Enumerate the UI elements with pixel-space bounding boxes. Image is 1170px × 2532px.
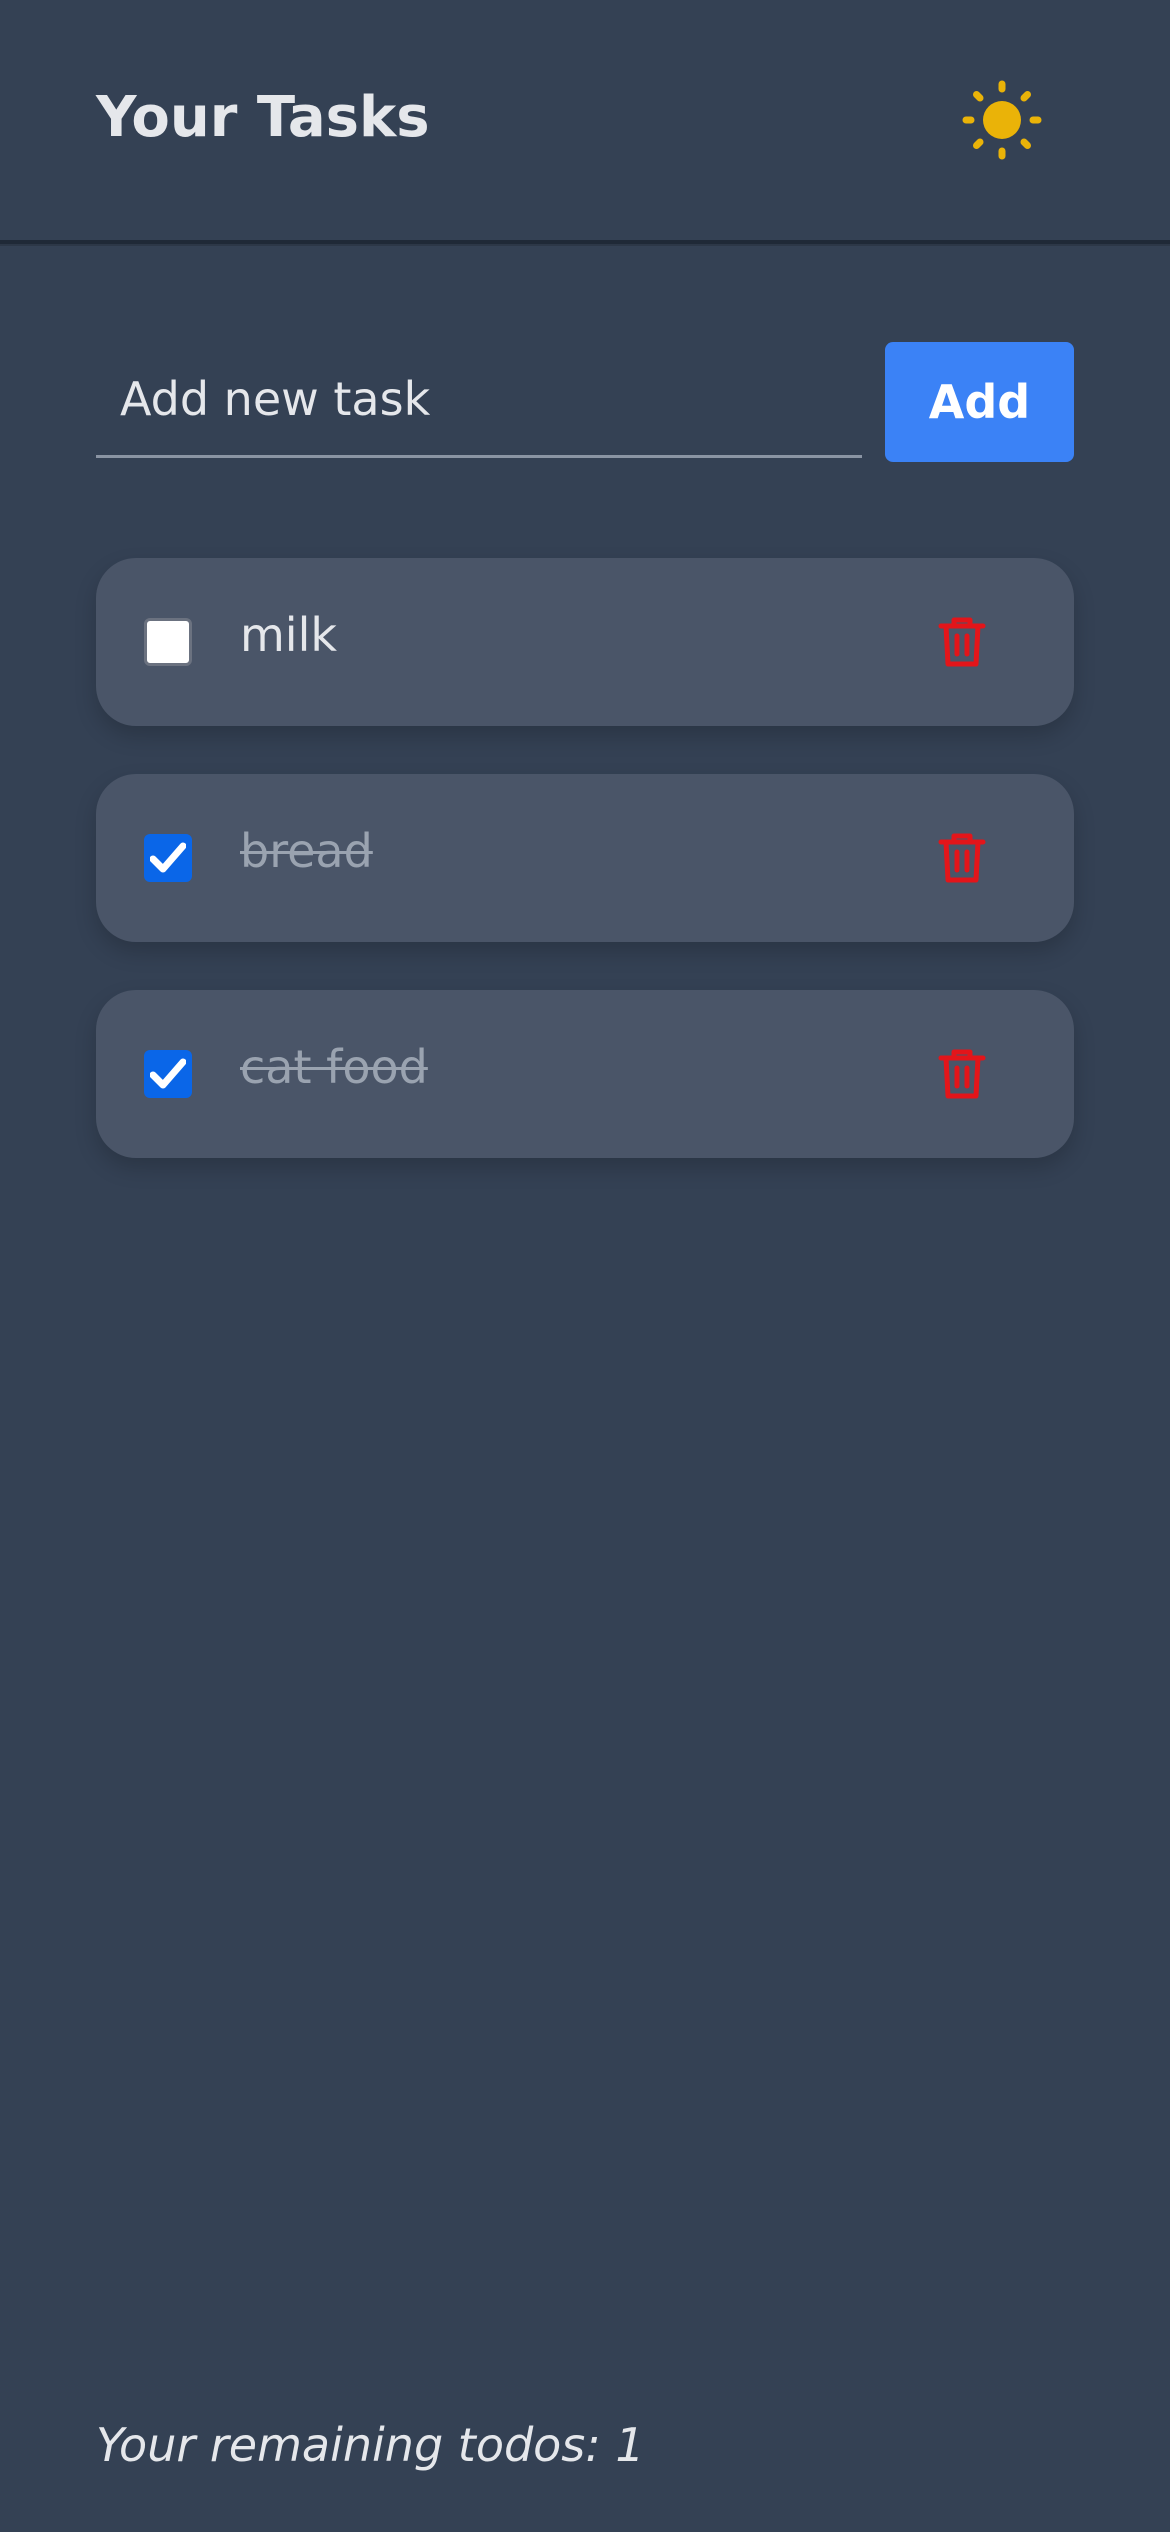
trash-icon — [938, 617, 986, 667]
remaining-todos-count: Your remaining todos: 1 — [96, 2418, 645, 2472]
task-checkbox[interactable] — [144, 1050, 192, 1098]
task-checkbox[interactable] — [144, 834, 192, 882]
task-label: milk — [240, 608, 338, 662]
theme-toggle-button[interactable] — [962, 80, 1042, 160]
task-label: bread — [240, 824, 373, 878]
checkmark-icon — [150, 1058, 186, 1089]
delete-task-button[interactable] — [938, 832, 986, 884]
app-header: Your Tasks — [0, 0, 1170, 244]
task-item: milk — [96, 558, 1074, 726]
page-title: Your Tasks — [96, 85, 430, 150]
delete-task-button[interactable] — [938, 616, 986, 668]
add-task-form: Add — [96, 342, 1074, 462]
new-task-input[interactable] — [96, 342, 862, 458]
task-item: bread — [96, 774, 1074, 942]
trash-icon — [938, 1049, 986, 1099]
delete-task-button[interactable] — [938, 1048, 986, 1100]
task-item: cat food — [96, 990, 1074, 1158]
task-list: milk bread cat food — [96, 558, 1074, 1206]
trash-icon — [938, 833, 986, 883]
task-label: cat food — [240, 1040, 428, 1094]
add-task-button[interactable]: Add — [885, 342, 1074, 462]
checkmark-icon — [150, 842, 186, 873]
task-checkbox[interactable] — [144, 618, 192, 666]
sun-icon — [962, 80, 1042, 160]
